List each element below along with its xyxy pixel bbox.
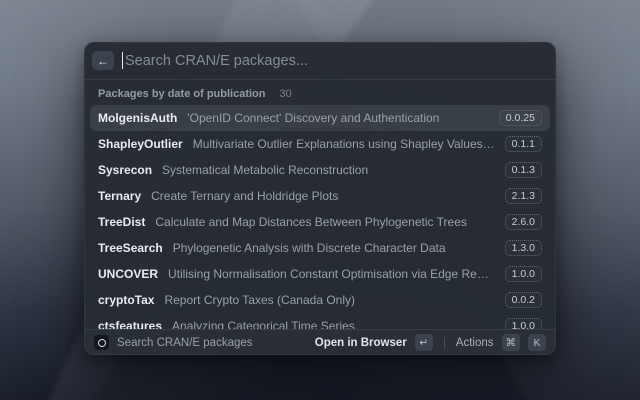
version-badge: 2.1.3 (505, 188, 542, 204)
version-badge: 1.0.0 (505, 266, 542, 282)
package-name: ctsfeatures (98, 319, 162, 329)
package-description: Multivariate Outlier Explanations using … (193, 137, 495, 151)
package-description: Create Ternary and Holdridge Plots (151, 189, 495, 203)
version-badge: 0.1.3 (505, 162, 542, 178)
footer-divider (444, 337, 445, 349)
package-description: Calculate and Map Distances Between Phyl… (155, 215, 494, 229)
back-arrow-icon: ← (97, 55, 109, 67)
package-name: Ternary (98, 189, 141, 203)
results-list: MolgenisAuth 'OpenID Connect' Discovery a… (84, 105, 556, 329)
section-header: Packages by date of publication 30 (84, 80, 556, 105)
version-badge: 1.0.0 (505, 318, 542, 329)
version-badge: 2.6.0 (505, 214, 542, 230)
package-name: Sysrecon (98, 163, 152, 177)
cmd-key-badge: ⌘ (502, 334, 521, 351)
list-item[interactable]: ShapleyOutlier Multivariate Outlier Expla… (90, 131, 550, 157)
package-description: Systematical Metabolic Reconstruction (162, 163, 495, 177)
crane-logo-icon (94, 335, 109, 350)
actions-button[interactable]: Actions (456, 337, 494, 349)
list-item[interactable]: Ternary Create Ternary and Holdridge Plot… (90, 183, 550, 209)
package-description: Analyzing Categorical Time Series (172, 319, 495, 329)
back-button[interactable]: ← (92, 51, 114, 70)
list-item[interactable]: TreeSearch Phylogenetic Analysis with Dis… (90, 235, 550, 261)
list-item[interactable]: ctsfeatures Analyzing Categorical Time Se… (90, 313, 550, 329)
version-badge: 0.0.2 (505, 292, 542, 308)
package-description: Utilising Normalisation Constant Optimis… (168, 267, 495, 281)
text-caret (122, 52, 123, 69)
footer-bar: Search CRAN/E packages Open in Browser ↵… (84, 329, 556, 355)
launcher-window: ← Packages by date of publication 30 Mol… (84, 42, 556, 355)
return-key-badge: ↵ (415, 334, 433, 351)
package-description: Phylogenetic Analysis with Discrete Char… (173, 241, 495, 255)
version-badge: 0.1.1 (505, 136, 542, 152)
list-item[interactable]: MolgenisAuth 'OpenID Connect' Discovery a… (90, 105, 550, 131)
list-item[interactable]: TreeDist Calculate and Map Distances Betw… (90, 209, 550, 235)
open-in-browser-button[interactable]: Open in Browser (315, 337, 407, 349)
package-name: MolgenisAuth (98, 111, 177, 125)
list-item[interactable]: UNCOVER Utilising Normalisation Constant … (90, 261, 550, 287)
version-badge: 0.0.25 (499, 110, 542, 126)
section-count: 30 (280, 88, 292, 100)
search-bar: ← (84, 42, 556, 80)
list-item[interactable]: Sysrecon Systematical Metabolic Reconstru… (90, 157, 550, 183)
k-key-badge: K (528, 334, 546, 351)
version-badge: 1.3.0 (505, 240, 542, 256)
package-name: ShapleyOutlier (98, 137, 183, 151)
package-description: 'OpenID Connect' Discovery and Authentic… (187, 111, 488, 125)
list-item[interactable]: cryptoTax Report Crypto Taxes (Canada Onl… (90, 287, 550, 313)
search-input[interactable] (125, 53, 544, 69)
package-name: TreeDist (98, 215, 145, 229)
footer-app-label: Search CRAN/E packages (117, 337, 253, 349)
package-name: TreeSearch (98, 241, 163, 255)
package-name: cryptoTax (98, 293, 154, 307)
package-name: UNCOVER (98, 267, 158, 281)
package-description: Report Crypto Taxes (Canada Only) (164, 293, 494, 307)
section-title: Packages by date of publication (98, 88, 266, 100)
